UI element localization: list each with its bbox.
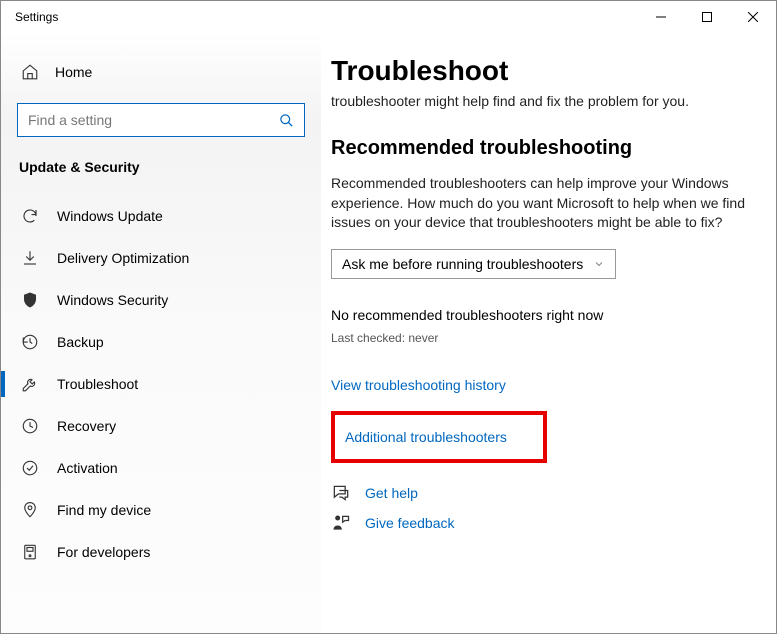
link-view-history[interactable]: View troubleshooting history bbox=[331, 377, 746, 393]
chevron-down-icon bbox=[593, 258, 605, 270]
home-icon bbox=[21, 63, 39, 81]
developer-icon bbox=[21, 543, 39, 561]
highlighted-box: Additional troubleshooters bbox=[331, 411, 547, 463]
home-label: Home bbox=[55, 64, 92, 80]
check-circle-icon bbox=[21, 459, 39, 477]
titlebar: Settings bbox=[1, 1, 776, 33]
main-content: Troubleshoot troubleshooter might help f… bbox=[321, 33, 776, 633]
section-title: Update & Security bbox=[17, 159, 305, 175]
window-title: Settings bbox=[15, 10, 58, 24]
sidebar-item-label: Recovery bbox=[57, 418, 116, 434]
page-title: Troubleshoot bbox=[331, 55, 746, 87]
search-box[interactable] bbox=[17, 103, 305, 137]
recovery-icon bbox=[21, 417, 39, 435]
sidebar-item-activation[interactable]: Activation bbox=[1, 447, 321, 489]
sidebar-item-for-developers[interactable]: For developers bbox=[1, 531, 321, 573]
feedback-icon bbox=[331, 513, 351, 533]
history-icon bbox=[21, 333, 39, 351]
sidebar-item-windows-security[interactable]: Windows Security bbox=[1, 279, 321, 321]
sidebar-item-label: Windows Update bbox=[57, 208, 163, 224]
download-icon bbox=[21, 249, 39, 267]
wrench-icon bbox=[21, 375, 39, 393]
sidebar-item-troubleshoot[interactable]: Troubleshoot bbox=[1, 363, 321, 405]
minimize-button[interactable] bbox=[638, 1, 684, 33]
sidebar-item-label: Activation bbox=[57, 460, 118, 476]
status-text: No recommended troubleshooters right now bbox=[331, 307, 746, 323]
sidebar-item-label: Find my device bbox=[57, 502, 151, 518]
sidebar-item-label: Backup bbox=[57, 334, 104, 350]
give-feedback-row[interactable]: Give feedback bbox=[331, 513, 746, 533]
sidebar-item-label: Troubleshoot bbox=[57, 376, 138, 392]
sidebar-item-label: For developers bbox=[57, 544, 150, 560]
sidebar-item-label: Delivery Optimization bbox=[57, 250, 189, 266]
location-icon bbox=[21, 501, 39, 519]
link-give-feedback[interactable]: Give feedback bbox=[365, 515, 455, 531]
search-icon bbox=[279, 113, 294, 128]
maximize-button[interactable] bbox=[684, 1, 730, 33]
shield-icon bbox=[21, 291, 39, 309]
get-help-row[interactable]: Get help bbox=[331, 483, 746, 503]
section-body: Recommended troubleshooters can help imp… bbox=[331, 174, 746, 233]
sidebar-item-windows-update[interactable]: Windows Update bbox=[1, 195, 321, 237]
chat-icon bbox=[331, 483, 351, 503]
window-controls bbox=[638, 1, 776, 33]
close-button[interactable] bbox=[730, 1, 776, 33]
section-heading: Recommended troubleshooting bbox=[331, 137, 746, 160]
page-lead: troubleshooter might help find and fix t… bbox=[331, 93, 746, 109]
sidebar-item-backup[interactable]: Backup bbox=[1, 321, 321, 363]
dropdown-value: Ask me before running troubleshooters bbox=[342, 256, 583, 272]
sidebar-item-delivery-optimization[interactable]: Delivery Optimization bbox=[1, 237, 321, 279]
sidebar-item-recovery[interactable]: Recovery bbox=[1, 405, 321, 447]
home-nav[interactable]: Home bbox=[17, 55, 305, 89]
sidebar: Home Update & Security Windows Update De… bbox=[1, 33, 321, 633]
search-input[interactable] bbox=[28, 112, 279, 128]
sidebar-item-find-my-device[interactable]: Find my device bbox=[1, 489, 321, 531]
sidebar-item-label: Windows Security bbox=[57, 292, 168, 308]
link-additional-troubleshooters[interactable]: Additional troubleshooters bbox=[345, 429, 507, 445]
last-checked-text: Last checked: never bbox=[331, 331, 746, 345]
link-get-help[interactable]: Get help bbox=[365, 485, 418, 501]
troubleshoot-preference-dropdown[interactable]: Ask me before running troubleshooters bbox=[331, 249, 616, 279]
sync-icon bbox=[21, 207, 39, 225]
